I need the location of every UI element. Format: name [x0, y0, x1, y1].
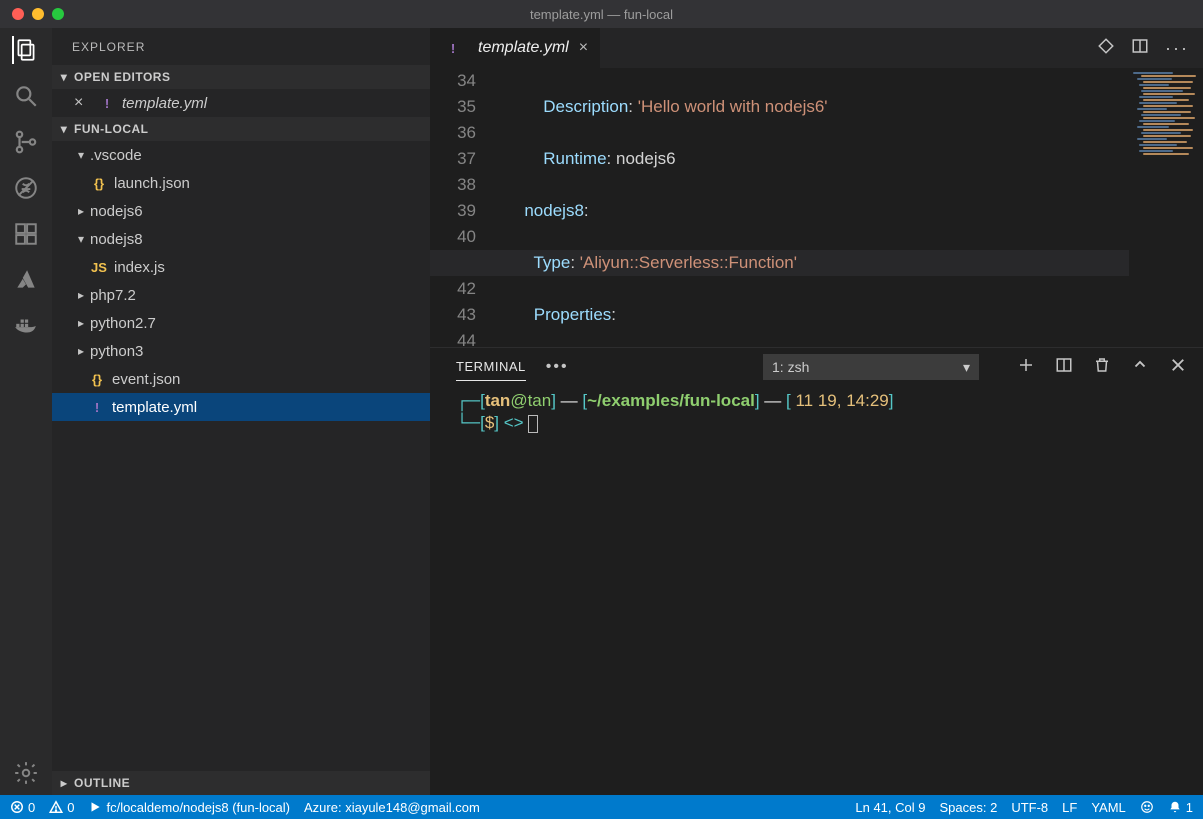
status-bar: 0 0 fc/localdemo/nodejs8 (fun-local) Azu… — [0, 795, 1203, 819]
open-editors-label: OPEN EDITORS — [74, 70, 170, 84]
chevron-right-icon: ▸ — [74, 288, 88, 302]
code-content[interactable]: Description: 'Hello world with nodejs6' … — [496, 68, 1203, 347]
gutter: 343536 373839 404142 4344 — [430, 68, 496, 347]
chevron-right-icon: ▸ — [74, 204, 88, 218]
folder-php72[interactable]: ▸ php7.2 — [52, 281, 430, 309]
file-launch-json[interactable]: {} launch.json — [52, 169, 430, 197]
status-eol[interactable]: LF — [1062, 800, 1077, 815]
project-header-label: FUN-LOCAL — [74, 122, 148, 136]
yaml-file-icon: ! — [88, 400, 106, 415]
split-editor-icon[interactable] — [1131, 37, 1149, 60]
tab-template-yml[interactable]: ! template.yml × — [430, 28, 600, 68]
js-file-icon: JS — [90, 260, 108, 275]
chevron-down-icon: ▾ — [58, 122, 70, 136]
file-label: event.json — [112, 371, 180, 388]
azure-icon[interactable] — [12, 266, 40, 294]
file-index-js[interactable]: JS index.js — [52, 253, 430, 281]
terminal-tab[interactable]: TERMINAL — [456, 359, 526, 381]
folder-label: nodejs8 — [90, 231, 143, 248]
status-errors[interactable]: 0 — [10, 800, 35, 815]
folder-python27[interactable]: ▸ python2.7 — [52, 309, 430, 337]
terminal-more-icon[interactable]: ••• — [546, 358, 569, 376]
file-event-json[interactable]: {} event.json — [52, 365, 430, 393]
status-warnings[interactable]: 0 — [49, 800, 74, 815]
tab-label: template.yml — [478, 39, 569, 57]
status-cursor-position[interactable]: Ln 41, Col 9 — [855, 800, 925, 815]
yaml-file-icon: ! — [98, 96, 116, 111]
dropdown-caret-icon: ▾ — [963, 359, 970, 376]
file-label: launch.json — [114, 175, 190, 192]
open-editor-item[interactable]: × ! template.yml — [52, 89, 430, 117]
status-indentation[interactable]: Spaces: 2 — [939, 800, 997, 815]
folder-label: .vscode — [90, 147, 142, 164]
new-terminal-icon[interactable] — [1017, 356, 1035, 379]
diff-icon[interactable] — [1097, 37, 1115, 60]
chevron-down-icon: ▾ — [74, 148, 88, 162]
json-file-icon: {} — [88, 372, 106, 387]
project-header[interactable]: ▾ FUN-LOCAL — [52, 117, 430, 141]
terminal-select-label: 1: zsh — [772, 359, 809, 375]
file-label: template.yml — [112, 399, 197, 416]
json-file-icon: {} — [90, 176, 108, 191]
editor-tabs: ! template.yml × ··· — [430, 28, 1203, 68]
open-editors-header[interactable]: ▾ OPEN EDITORS — [52, 65, 430, 89]
chevron-down-icon: ▾ — [58, 70, 70, 84]
file-label: index.js — [114, 259, 165, 276]
docker-icon[interactable] — [12, 312, 40, 340]
terminal-body[interactable]: ┌─[tan@tan] — [~/examples/fun-local] — [… — [430, 386, 1203, 795]
source-control-icon[interactable] — [12, 128, 40, 156]
editor-area: ! template.yml × ··· 343536 373839 40414… — [430, 28, 1203, 795]
folder-nodejs8[interactable]: ▾ nodejs8 — [52, 225, 430, 253]
status-azure[interactable]: Azure: xiayule148@gmail.com — [304, 800, 480, 815]
titlebar: template.yml — fun-local — [0, 0, 1203, 28]
explorer-sidebar: EXPLORER ▾ OPEN EDITORS × ! template.yml… — [52, 28, 430, 795]
folder-vscode[interactable]: ▾ .vscode — [52, 141, 430, 169]
folder-label: php7.2 — [90, 287, 136, 304]
more-actions-icon[interactable]: ··· — [1165, 38, 1189, 59]
sidebar-title: EXPLORER — [52, 28, 430, 65]
yaml-file-icon: ! — [444, 41, 462, 56]
chevron-right-icon: ▸ — [58, 776, 70, 790]
folder-label: python2.7 — [90, 315, 156, 332]
folder-label: python3 — [90, 343, 143, 360]
explorer-icon[interactable] — [12, 36, 40, 64]
chevron-right-icon: ▸ — [74, 316, 88, 330]
close-panel-icon[interactable] — [1169, 356, 1187, 379]
open-editor-filename: template.yml — [122, 95, 207, 112]
split-terminal-icon[interactable] — [1055, 356, 1073, 379]
terminal-actions — [1017, 356, 1187, 379]
debug-disabled-icon[interactable] — [12, 174, 40, 202]
status-notifications[interactable]: 1 — [1168, 800, 1193, 815]
status-feedback-icon[interactable] — [1140, 800, 1154, 814]
extensions-icon[interactable] — [12, 220, 40, 248]
status-language[interactable]: YAML — [1091, 800, 1125, 815]
outline-label: OUTLINE — [74, 776, 130, 790]
tab-actions: ··· — [1097, 28, 1203, 68]
kill-terminal-icon[interactable] — [1093, 356, 1111, 379]
close-tab-icon[interactable]: × — [579, 39, 588, 57]
terminal-panel: TERMINAL ••• 1: zsh ▾ ┌─[tan@tan] — [~/e… — [430, 347, 1203, 795]
terminal-select[interactable]: 1: zsh ▾ — [763, 354, 979, 380]
maximize-panel-icon[interactable] — [1131, 356, 1149, 379]
outline-header[interactable]: ▸ OUTLINE — [52, 771, 430, 795]
terminal-header: TERMINAL ••• 1: zsh ▾ — [430, 348, 1203, 386]
window-title: template.yml — fun-local — [0, 7, 1203, 22]
folder-nodejs6[interactable]: ▸ nodejs6 — [52, 197, 430, 225]
search-icon[interactable] — [12, 82, 40, 110]
chevron-down-icon: ▾ — [74, 232, 88, 246]
status-run-target[interactable]: fc/localdemo/nodejs8 (fun-local) — [88, 800, 290, 815]
settings-gear-icon[interactable] — [12, 759, 40, 787]
activity-bar — [0, 28, 52, 795]
status-encoding[interactable]: UTF-8 — [1011, 800, 1048, 815]
folder-python3[interactable]: ▸ python3 — [52, 337, 430, 365]
code-editor[interactable]: 343536 373839 404142 4344 Description: '… — [430, 68, 1203, 347]
folder-label: nodejs6 — [90, 203, 143, 220]
close-editor-icon[interactable]: × — [74, 94, 94, 112]
file-template-yml[interactable]: ! template.yml — [52, 393, 430, 421]
chevron-right-icon: ▸ — [74, 344, 88, 358]
